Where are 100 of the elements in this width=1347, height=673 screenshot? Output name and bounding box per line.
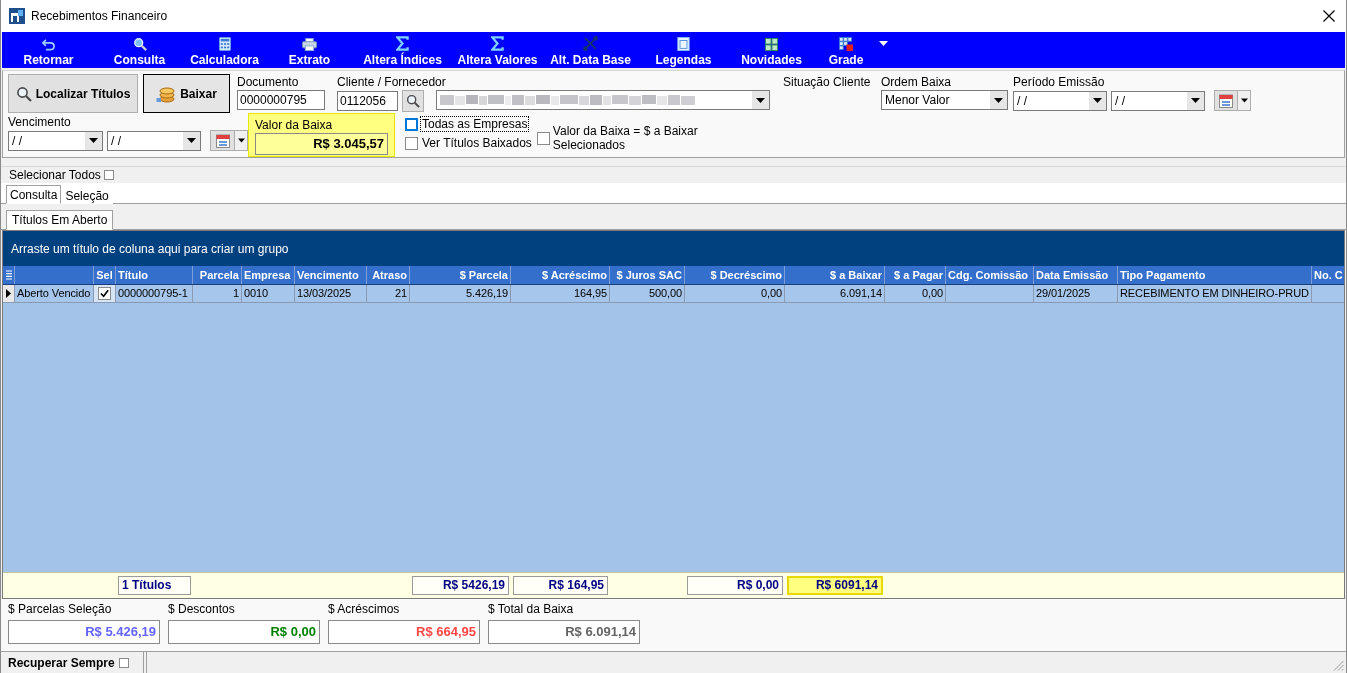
calendar-button[interactable] bbox=[1214, 90, 1251, 111]
column-header[interactable]: Data Emissão bbox=[1034, 266, 1118, 284]
column-header[interactable]: $ a Baixar bbox=[785, 266, 885, 284]
column-header[interactable]: Empresa bbox=[242, 266, 295, 284]
calendar-icon bbox=[1219, 93, 1233, 108]
checkbox-label[interactable]: Todas as Empresas bbox=[421, 117, 529, 131]
field-label: Documento bbox=[237, 75, 299, 89]
caret-icon bbox=[756, 97, 765, 103]
total-value: 1 Títulos bbox=[118, 576, 191, 595]
grid-icon bbox=[765, 38, 778, 51]
app-icon bbox=[9, 8, 25, 24]
summary-field: R$ 5.426,19 bbox=[8, 620, 160, 644]
date-field[interactable]: / / bbox=[1111, 90, 1205, 111]
column-chooser-icon[interactable] bbox=[5, 270, 12, 280]
caret-icon bbox=[1093, 98, 1102, 103]
checkbox[interactable] bbox=[405, 136, 418, 150]
column-header[interactable]: $ a Pagar bbox=[885, 266, 946, 284]
document-icon bbox=[677, 37, 690, 51]
caret-icon bbox=[187, 138, 196, 143]
window-title: Recebimentos Financeiro bbox=[31, 9, 168, 23]
sigma-icon bbox=[396, 36, 409, 51]
date-field[interactable]: / / bbox=[1013, 90, 1107, 111]
total-value: R$ 164,95 bbox=[513, 576, 608, 595]
toolbar-button[interactable]: Alt. Data Base bbox=[544, 32, 637, 68]
table-cell: 164,95 bbox=[511, 285, 610, 303]
column-header[interactable]: Sel bbox=[94, 266, 116, 284]
caret-icon[interactable] bbox=[879, 40, 888, 46]
sigma-icon bbox=[491, 36, 504, 51]
field-label: Período Emissão bbox=[1013, 75, 1105, 89]
column-header[interactable]: Atraso bbox=[367, 266, 410, 284]
calendar-icon bbox=[215, 133, 230, 148]
resize-grip-icon[interactable] bbox=[1333, 660, 1344, 671]
checkbox[interactable] bbox=[536, 131, 550, 145]
checkbox-label[interactable]: Selecionar Todos bbox=[9, 168, 101, 182]
settle-button[interactable]: Baixar bbox=[143, 74, 230, 113]
table-cell: 0010 bbox=[242, 285, 295, 303]
find-button[interactable]: Localizar Títulos bbox=[8, 74, 138, 113]
checkbox-label[interactable]: Valor da Baixa = $ a Baixar Selecionados bbox=[552, 124, 703, 152]
calendar-button[interactable] bbox=[210, 130, 248, 151]
column-header[interactable]: Tipo Pagamento bbox=[1118, 266, 1312, 284]
search-icon bbox=[132, 37, 147, 51]
table-cell: 13/03/2025 bbox=[295, 285, 367, 303]
toolbar-button[interactable]: Consulta bbox=[95, 32, 184, 68]
tab[interactable]: Consulta bbox=[6, 185, 62, 204]
toolbar-button[interactable]: Altera Índices bbox=[354, 32, 451, 68]
grid-icon bbox=[839, 37, 853, 51]
document-field[interactable]: 0000000795 bbox=[237, 90, 325, 110]
table-cell: 6.091,14 bbox=[785, 285, 885, 303]
checkbox[interactable] bbox=[405, 117, 418, 131]
total-value: R$ 5426,19 bbox=[412, 576, 509, 595]
column-header[interactable]: $ Decréscimo bbox=[685, 266, 785, 284]
table-cell: RECEBIMENTO EM DINHEIRO-PRUD bbox=[1118, 285, 1312, 303]
summary-label: $ Descontos bbox=[168, 602, 236, 616]
checkbox[interactable] bbox=[118, 657, 129, 668]
column-header[interactable]: $ Juros SAC bbox=[610, 266, 685, 284]
column-header[interactable]: $ Acréscimo bbox=[511, 266, 610, 284]
column-header[interactable]: Vencimento bbox=[295, 266, 367, 284]
column-header[interactable]: $ Parcela bbox=[410, 266, 511, 284]
amount-field[interactable]: R$ 3.045,57 bbox=[255, 133, 388, 155]
close-icon[interactable] bbox=[1323, 10, 1335, 22]
toolbar-button[interactable]: Legendas bbox=[637, 32, 730, 68]
toolbar-button[interactable]: Grade bbox=[813, 32, 879, 68]
date-field[interactable]: / / bbox=[107, 130, 201, 151]
table-cell: 1 bbox=[193, 285, 242, 303]
caret-icon bbox=[237, 138, 245, 143]
checkbox[interactable] bbox=[98, 287, 111, 300]
field-label: Situação Cliente bbox=[783, 75, 871, 89]
toolbar-button[interactable]: Altera Valores bbox=[451, 32, 544, 68]
column-header[interactable]: Cdg. Comissão bbox=[946, 266, 1034, 284]
date-field[interactable]: / / bbox=[8, 130, 103, 151]
sort-order-select[interactable]: Menor Valor bbox=[881, 90, 1008, 110]
total-value: R$ 6091,14 bbox=[787, 576, 883, 595]
printer-icon bbox=[302, 38, 317, 51]
toolbar-button[interactable]: Retornar bbox=[2, 32, 95, 68]
row-indicator[interactable] bbox=[3, 285, 15, 303]
tab[interactable]: Títulos Em Aberto bbox=[6, 210, 114, 230]
summary-field: R$ 664,95 bbox=[328, 620, 480, 644]
undo-icon bbox=[41, 39, 56, 51]
search-button[interactable] bbox=[402, 90, 424, 112]
checkbox-label[interactable]: Recuperar Sempre bbox=[8, 655, 115, 670]
column-header[interactable]: No. C bbox=[1312, 266, 1344, 284]
total-value: R$ 0,00 bbox=[687, 576, 783, 595]
toolbar-button[interactable]: Extrato bbox=[265, 32, 354, 68]
column-header[interactable]: Parcela bbox=[193, 266, 242, 284]
checkbox-label[interactable]: Ver Títulos Baixados bbox=[421, 136, 533, 150]
field-label: Ordem Baixa bbox=[881, 75, 952, 89]
tools-icon bbox=[583, 36, 598, 51]
table-cell: 29/01/2025 bbox=[1034, 285, 1118, 303]
calculator-icon bbox=[218, 37, 231, 51]
table-cell: 21 bbox=[367, 285, 410, 303]
table-cell: 500,00 bbox=[610, 285, 685, 303]
checkbox[interactable] bbox=[103, 170, 114, 180]
table-cell: 0,00 bbox=[685, 285, 785, 303]
summary-field: R$ 0,00 bbox=[168, 620, 320, 644]
toolbar-button[interactable]: Calculadora bbox=[184, 32, 265, 68]
caret-icon bbox=[994, 97, 1003, 103]
column-header[interactable]: Título bbox=[116, 266, 193, 284]
client-name-field[interactable] bbox=[436, 90, 770, 110]
client-code-field[interactable]: 0112056 bbox=[337, 91, 398, 111]
toolbar-button[interactable]: Novidades bbox=[730, 32, 813, 68]
